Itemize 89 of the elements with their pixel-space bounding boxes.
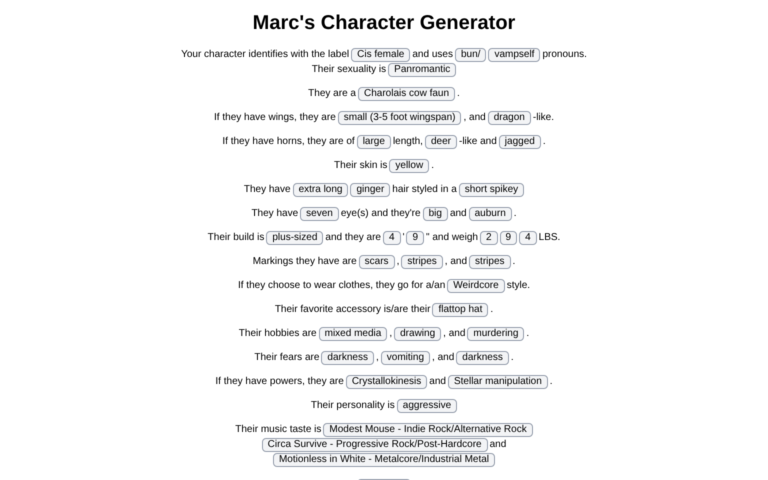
label-text: ,: [396, 256, 400, 267]
label-text: .: [542, 136, 546, 147]
choice-button[interactable]: bun/: [454, 48, 486, 62]
choice-button[interactable]: scars: [358, 255, 395, 269]
choice-button[interactable]: large: [356, 135, 391, 149]
choice-button[interactable]: plus-sized: [266, 231, 324, 245]
choice-button[interactable]: Circa Survive - Progressive Rock/Post-Hardcore: [262, 438, 488, 452]
label-text: They are a: [308, 88, 356, 99]
choice-button[interactable]: big: [422, 207, 448, 221]
label-text: -like.: [532, 112, 554, 123]
label-text: ,: [376, 352, 379, 363]
choice-button[interactable]: 4: [383, 231, 401, 245]
choice-button[interactable]: auburn: [468, 207, 512, 221]
label-text: If they have wings, they are: [214, 112, 336, 123]
choice-button[interactable]: extra long: [292, 183, 348, 197]
choice-button[interactable]: Motionless in White - Metalcore/Industrial Metal: [272, 453, 496, 467]
choice-button[interactable]: aggressive: [396, 399, 458, 413]
label-text: and: [450, 208, 467, 219]
label-text: .: [514, 208, 517, 219]
page-title: Marc's Character Generator: [252, 11, 516, 35]
choice-button[interactable]: 9: [500, 231, 518, 245]
label-text: -like and: [458, 136, 497, 147]
choice-button[interactable]: 9: [406, 231, 424, 245]
label-text: , and: [443, 328, 466, 339]
label-text: length,: [392, 136, 423, 147]
choice-button[interactable]: Cis female: [351, 48, 410, 62]
label-text: ': [402, 232, 404, 243]
label-text: " and weigh: [426, 232, 478, 243]
choice-button[interactable]: ginger: [350, 183, 390, 197]
label-text: If they have horns, they are of: [222, 136, 355, 147]
label-text: If they choose to wear clothes, they go for a/an: [238, 280, 446, 291]
label-text: hair styled in a: [392, 184, 457, 195]
choice-button[interactable]: murdering: [467, 327, 524, 341]
choice-button[interactable]: yellow: [389, 159, 430, 173]
choice-button[interactable]: Weirdcore: [447, 279, 505, 293]
choice-button[interactable]: vampself: [488, 48, 540, 62]
choice-button[interactable]: mixed media: [318, 327, 388, 341]
choice-button[interactable]: vomiting: [380, 351, 430, 365]
label-text: , and: [463, 112, 486, 123]
choice-button[interactable]: deer: [424, 135, 457, 149]
label-text: .: [526, 328, 530, 339]
label-text: .: [490, 304, 494, 315]
choice-button[interactable]: 4: [519, 231, 537, 245]
label-text: Their personality is: [310, 400, 395, 411]
label-text: pronouns.: [542, 49, 587, 60]
choice-button[interactable]: flattop hat: [432, 303, 488, 317]
choice-button[interactable]: Stellar manipulation: [448, 375, 548, 389]
choice-button[interactable]: seven: [300, 207, 339, 221]
choice-button[interactable]: Panromantic: [388, 63, 456, 77]
label-text: eye(s) and they're: [340, 208, 421, 219]
label-text: style.: [506, 280, 530, 291]
label-text: Markings they have are: [252, 256, 357, 267]
label-text: , and: [444, 256, 468, 267]
label-text: .: [550, 376, 553, 387]
choice-button[interactable]: Modest Mouse - Indie Rock/Alternative Rock: [323, 423, 533, 437]
label-text: If they have powers, they are: [215, 376, 344, 387]
label-text: and: [429, 376, 446, 387]
choice-button[interactable]: 2: [480, 231, 498, 245]
label-text: Their music taste is: [235, 424, 322, 435]
choice-button[interactable]: darkness: [456, 351, 509, 365]
label-text: .: [431, 160, 434, 171]
label-text: Their skin is: [334, 160, 388, 171]
label-text: , and: [432, 352, 454, 363]
label-text: Their build is: [208, 232, 264, 243]
label-text: ,: [389, 328, 392, 339]
label-text: .: [457, 88, 460, 99]
label-text: and uses: [412, 49, 453, 60]
choice-button[interactable]: drawing: [394, 327, 442, 341]
choice-button[interactable]: darkness: [321, 351, 374, 365]
label-text: and they are: [325, 232, 381, 243]
choice-button[interactable]: jagged: [498, 135, 541, 149]
choice-button[interactable]: Crystallokinesis: [346, 375, 428, 389]
label-text: LBS.: [538, 232, 560, 243]
label-text: Their fears are: [254, 352, 320, 363]
choice-button[interactable]: small (3-5 foot wingspan): [338, 111, 462, 125]
choice-button[interactable]: stripes: [469, 255, 510, 269]
choice-button[interactable]: stripes: [401, 255, 443, 269]
choice-button[interactable]: dragon: [488, 111, 531, 125]
label-text: Their hobbies are: [238, 328, 317, 339]
label-text: Your character identifies with the label: [181, 49, 350, 60]
label-text: Their favorite accessory is/are their: [274, 304, 430, 315]
label-text: .: [510, 352, 514, 363]
label-text: .: [512, 256, 516, 267]
label-text: Their sexuality is: [312, 64, 386, 75]
label-text: and: [490, 439, 506, 450]
label-text: They have: [251, 208, 298, 219]
label-text: They have: [244, 184, 291, 195]
choice-button[interactable]: Charolais cow faun: [358, 87, 456, 101]
choice-button[interactable]: short spikey: [458, 183, 524, 197]
